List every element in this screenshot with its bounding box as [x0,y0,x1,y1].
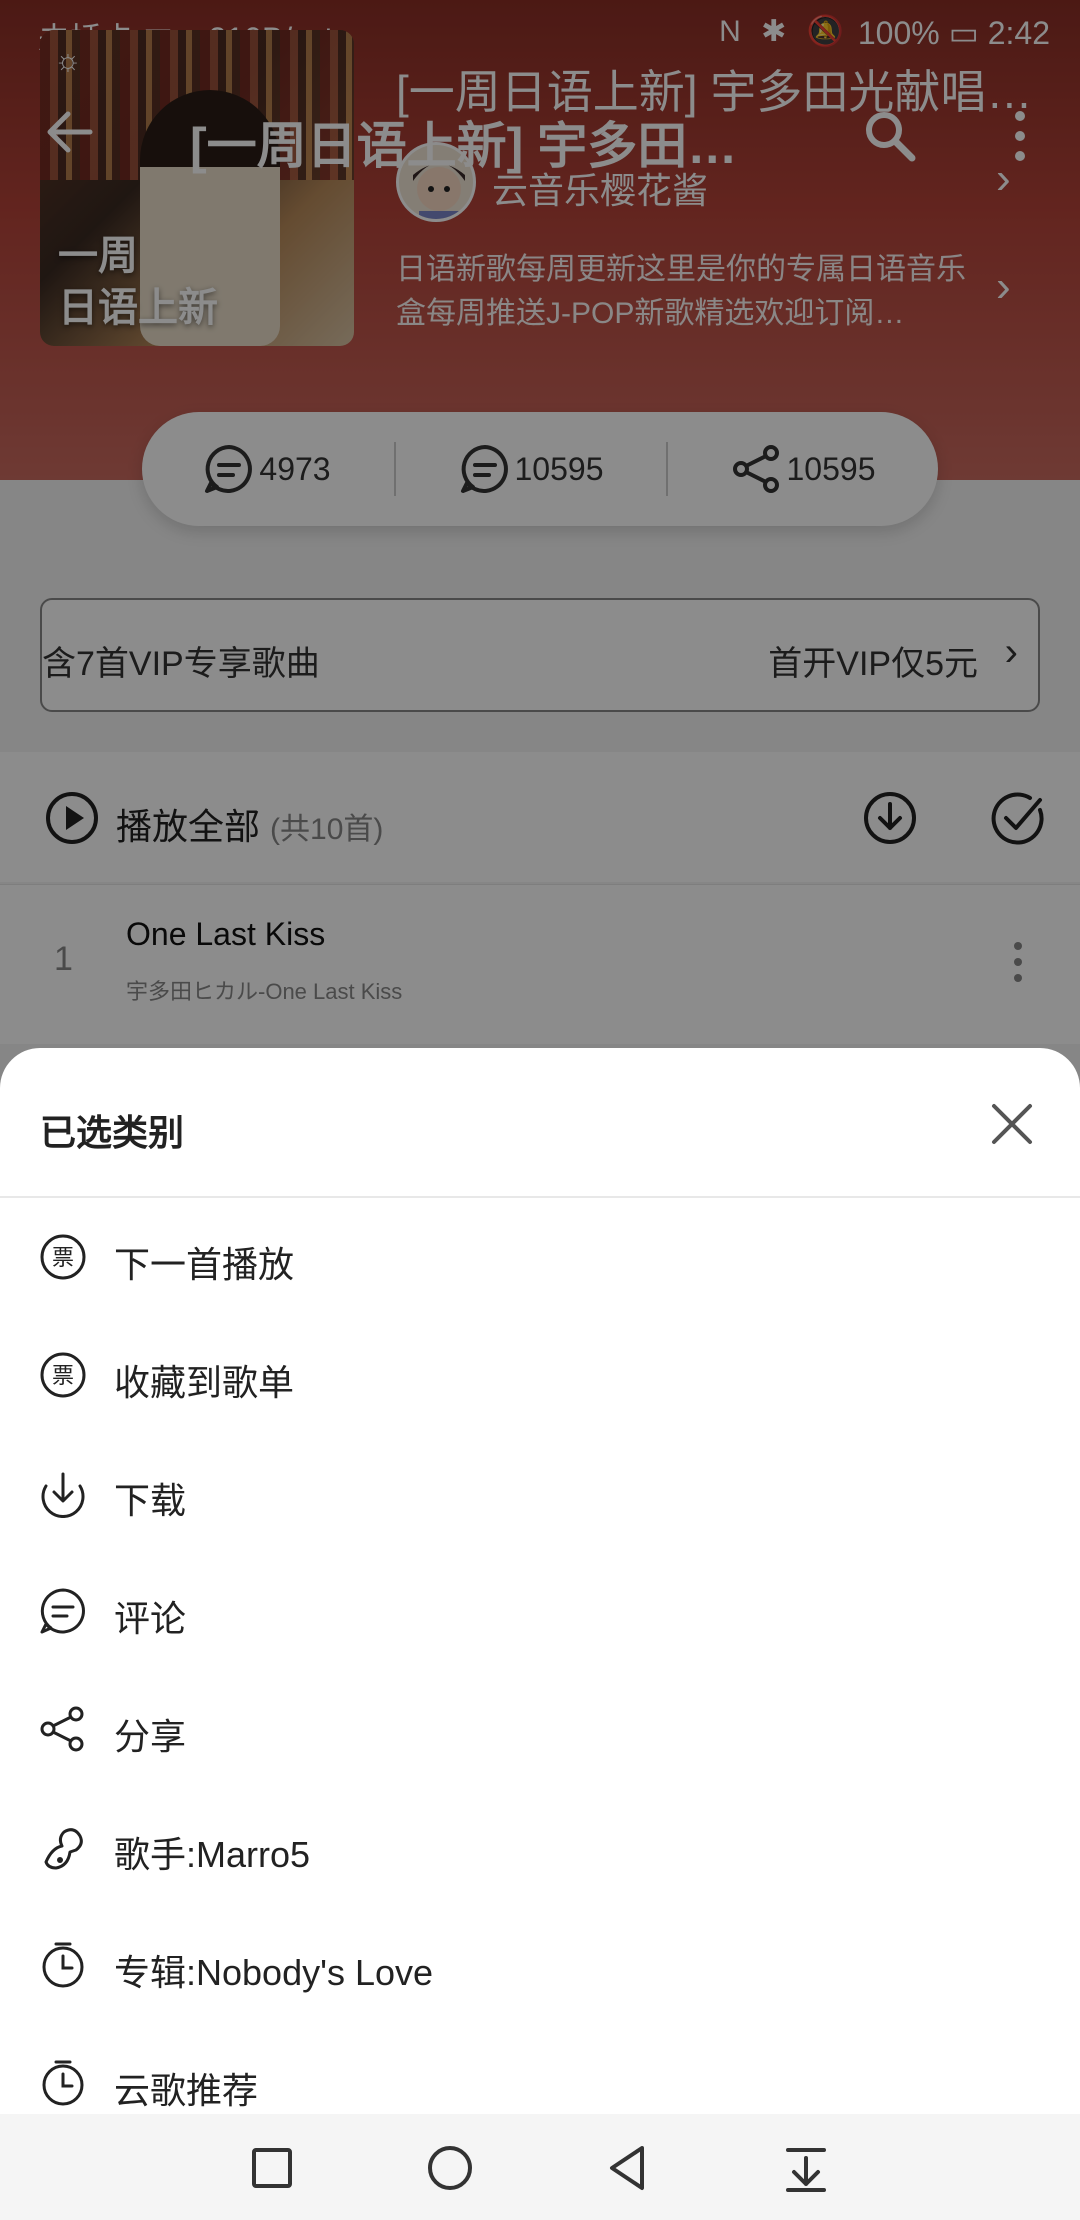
close-button[interactable] [984,1096,1040,1152]
option-label: 评论 [114,1598,187,1639]
download-icon [41,1472,85,1518]
notification-shade-button[interactable] [776,2138,836,2198]
clock-icon [42,2060,84,2106]
option-singer[interactable]: 歌手:Marro5 [0,1788,1080,1906]
option-add-to-playlist[interactable]: 票 收藏到歌单 [0,1316,1080,1434]
share-icon [40,1706,84,1752]
triangle-back-icon [610,2146,644,2190]
option-label: 下一首播放 [114,1244,295,1285]
sheet-title: 已选类别 [40,1112,185,1153]
option-label: 分享 [114,1716,187,1757]
option-label: 歌手:Marro5 [114,1834,311,1875]
clock-icon [42,1942,84,1988]
comment-icon [40,1588,85,1634]
option-share[interactable]: 分享 [0,1670,1080,1788]
square-icon [252,2148,292,2188]
recent-apps-button[interactable] [242,2138,302,2198]
svg-text:票: 票 [52,1364,74,1389]
option-label: 专辑:Nobody's Love [114,1952,434,1993]
singer-icon [44,1828,83,1870]
option-label: 云歌推荐 [114,2070,259,2111]
option-download[interactable]: 下载 [0,1434,1080,1552]
svg-text:票: 票 [52,1246,74,1271]
option-label: 收藏到歌单 [114,1362,295,1403]
option-album[interactable]: 专辑:Nobody's Love [0,1906,1080,2024]
pull-down-icon [786,2148,826,2192]
back-nav-button[interactable] [598,2138,658,2198]
option-play-next[interactable]: 票 下一首播放 [0,1198,1080,1316]
home-button[interactable] [420,2138,480,2198]
option-cloud-recommend[interactable]: 云歌推荐 [0,2024,1080,2114]
ticket-icon: 票 [40,1234,86,1280]
option-label: 下载 [114,1480,187,1521]
option-comment[interactable]: 评论 [0,1552,1080,1670]
circle-icon [428,2146,472,2190]
system-nav-bar [0,2114,1080,2220]
ticket-icon: 票 [40,1352,86,1398]
options-sheet: 已选类别 票 下一首播放 票 收藏到歌单 下载 评论 分享 歌手:Marro5 … [0,1048,1080,2114]
close-icon [992,1104,1032,1144]
